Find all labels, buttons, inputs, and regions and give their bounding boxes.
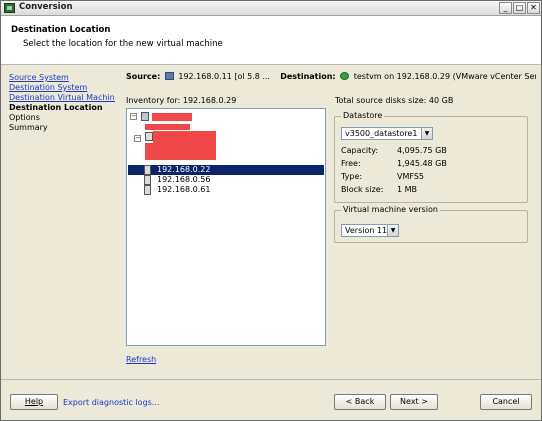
inventory-label: Inventory for: 192.168.0.29 bbox=[126, 96, 237, 105]
vmware-converter-icon bbox=[4, 3, 15, 13]
vm-version-legend: Virtual machine version bbox=[341, 205, 440, 214]
tree-host-row[interactable]: 192.168.0.61 bbox=[128, 185, 324, 195]
wizard-steps: Source System Destination System Destina… bbox=[9, 73, 115, 133]
inventory-tree[interactable]: − − 192.168.0.22 192.168.0.56 192.168.0.… bbox=[126, 108, 326, 346]
next-button[interactable]: Next > bbox=[390, 394, 438, 410]
step-source-system[interactable]: Source System bbox=[9, 73, 115, 83]
title-bar: Conversion _ □ ✕ bbox=[1, 1, 541, 16]
back-button[interactable]: < Back bbox=[334, 394, 386, 410]
host-label: 192.168.0.61 bbox=[157, 185, 211, 194]
help-button[interactable]: Help bbox=[10, 394, 58, 410]
host-label: 192.168.0.22 bbox=[157, 165, 211, 174]
step-destination-location: Destination Location bbox=[9, 103, 103, 112]
host-icon bbox=[144, 185, 151, 195]
collapse-icon[interactable]: − bbox=[134, 135, 141, 142]
redacted-cluster-block bbox=[145, 143, 155, 160]
wizard-body: Source System Destination System Destina… bbox=[1, 65, 541, 379]
total-disks-size: Total source disks size: 40 GB bbox=[335, 96, 454, 105]
redacted-datacenter-name bbox=[152, 113, 192, 121]
page-title: Destination Location bbox=[11, 25, 111, 35]
datastore-legend: Datastore bbox=[341, 111, 385, 120]
tree-host-row[interactable]: 192.168.0.56 bbox=[128, 175, 324, 185]
wizard-header: Destination Location Select the location… bbox=[1, 16, 541, 65]
destination-label: Destination: bbox=[280, 72, 336, 81]
step-options: Options bbox=[9, 113, 40, 122]
datacenter-icon bbox=[141, 112, 149, 121]
source-destination-summary: Source: 192.168.0.11 [ol 5.8 ... Destina… bbox=[126, 72, 536, 84]
step-summary: Summary bbox=[9, 123, 48, 132]
datastore-select[interactable]: v3500_datastore1 ▼ bbox=[341, 127, 433, 140]
vm-version-select[interactable]: Version 11 ▼ bbox=[341, 224, 399, 237]
help-button-label: Help bbox=[24, 397, 44, 406]
maximize-button[interactable]: □ bbox=[513, 2, 526, 14]
vm-version-group: Virtual machine version Version 11 ▼ bbox=[334, 205, 528, 243]
minimize-button[interactable]: _ bbox=[499, 2, 512, 14]
destination-value: testvm on 192.168.0.29 (VMware vCenter S… bbox=[353, 72, 536, 81]
next-button-label: Next > bbox=[400, 397, 428, 406]
datastore-selected-value: v3500_datastore1 bbox=[345, 129, 418, 138]
source-value: 192.168.0.11 [ol 5.8 ... bbox=[178, 72, 271, 81]
free-value: 1,945.48 GB bbox=[397, 159, 447, 168]
capacity-value: 4,095.75 GB bbox=[397, 146, 447, 155]
source-label: Source: bbox=[126, 72, 161, 81]
export-diagnostic-logs-link[interactable]: Export diagnostic logs... bbox=[63, 398, 159, 407]
block-size-value: 1 MB bbox=[397, 185, 418, 194]
collapse-icon[interactable]: − bbox=[130, 113, 137, 120]
page-subtitle: Select the location for the new virtual … bbox=[23, 39, 223, 49]
vm-version-selected-value: Version 11 bbox=[345, 226, 388, 235]
type-label: Type: bbox=[341, 172, 363, 181]
host-label: 192.168.0.56 bbox=[157, 175, 211, 184]
window-title: Conversion bbox=[19, 2, 73, 12]
chevron-down-icon: ▼ bbox=[421, 128, 432, 139]
chevron-down-icon: ▼ bbox=[387, 225, 398, 236]
redacted-cluster-block bbox=[153, 131, 216, 160]
host-icon bbox=[144, 165, 151, 175]
capacity-label: Capacity: bbox=[341, 146, 379, 155]
cancel-button-label: Cancel bbox=[492, 397, 520, 406]
block-size-label: Block size: bbox=[341, 185, 384, 194]
cancel-button[interactable]: Cancel bbox=[480, 394, 532, 410]
tree-host-row-selected[interactable]: 192.168.0.22 bbox=[128, 165, 324, 175]
close-button[interactable]: ✕ bbox=[527, 2, 540, 14]
step-destination-virtual-machine[interactable]: Destination Virtual Machine bbox=[9, 93, 115, 103]
globe-icon bbox=[340, 72, 350, 80]
datastore-group: Datastore v3500_datastore1 ▼ Capacity: 4… bbox=[334, 111, 528, 203]
redacted-folder-name bbox=[145, 124, 190, 130]
free-label: Free: bbox=[341, 159, 361, 168]
refresh-link[interactable]: Refresh bbox=[126, 355, 156, 364]
type-value: VMFS5 bbox=[397, 172, 425, 181]
wizard-footer: Help Export diagnostic logs... < Back Ne… bbox=[1, 379, 541, 420]
host-icon bbox=[144, 175, 151, 185]
server-icon bbox=[164, 72, 174, 80]
cluster-icon bbox=[145, 132, 153, 141]
back-button-label: < Back bbox=[345, 397, 375, 406]
conversion-window: Conversion _ □ ✕ Destination Location Se… bbox=[0, 0, 542, 421]
step-destination-system[interactable]: Destination System bbox=[9, 83, 115, 93]
